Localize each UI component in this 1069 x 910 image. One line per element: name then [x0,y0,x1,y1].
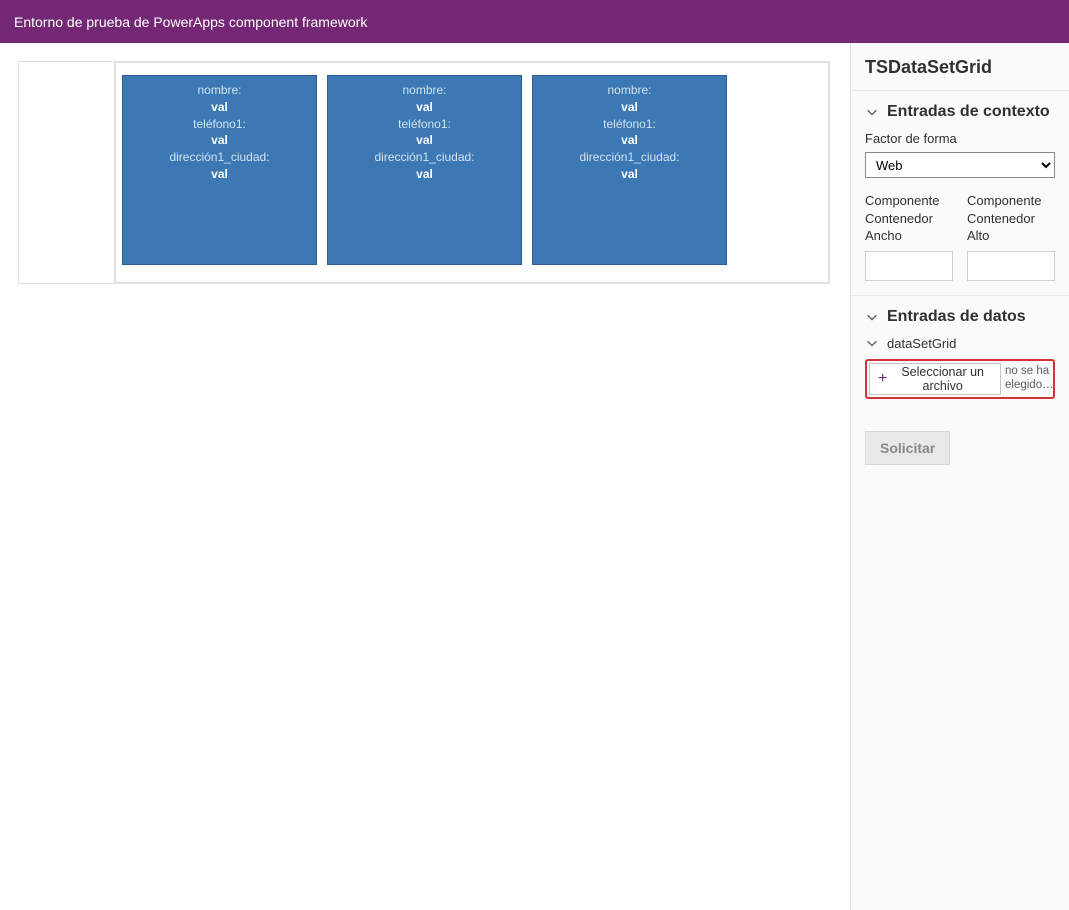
component-preview-box: nombre: val teléfono1: val dirección1_ci… [18,61,830,284]
tile-field-label: teléfono1: [123,116,316,133]
form-factor-label: Factor de forma [865,131,1055,146]
tile-field-label: nombre: [328,82,521,99]
tile-field-label: dirección1_ciudad: [533,149,726,166]
form-factor-select[interactable]: Web [865,152,1055,178]
tile-field-label: dirección1_ciudad: [328,149,521,166]
data-inputs-section: Entradas de datos dataSetGrid + Seleccio… [851,296,1069,413]
file-select-row-highlighted: + Seleccionar un archivo no se ha elegid… [865,359,1055,399]
properties-panel: TSDataSetGrid Entradas de contexto Facto… [850,43,1069,910]
context-inputs-section: Entradas de contexto Factor de forma Web… [851,91,1069,296]
data-tile[interactable]: nombre: val teléfono1: val dirección1_ci… [532,75,727,265]
section-toggle-context[interactable]: Entradas de contexto [865,103,1055,121]
dataset-name: dataSetGrid [887,336,956,351]
tile-field-label: dirección1_ciudad: [123,149,316,166]
container-height-input[interactable] [967,251,1055,281]
tile-field-label: teléfono1: [328,116,521,133]
tile-field-value: val [533,166,726,183]
preview-tiles-container: nombre: val teléfono1: val dirección1_ci… [115,62,829,283]
file-status-text: no se ha elegido… [1001,365,1051,393]
container-width-input[interactable] [865,251,953,281]
data-tile[interactable]: nombre: val teléfono1: val dirección1_ci… [327,75,522,265]
section-title: Entradas de contexto [887,103,1050,121]
container-height-label: Componente Contenedor Alto [967,192,1055,245]
component-name-heading: TSDataSetGrid [851,43,1069,91]
tile-field-value: val [328,166,521,183]
tile-field-value: val [533,132,726,149]
tile-field-label: nombre: [533,82,726,99]
chevron-down-icon [865,105,879,119]
section-title: Entradas de datos [887,308,1026,326]
main-container: nombre: val teléfono1: val dirección1_ci… [0,43,1069,910]
top-bar: Entorno de prueba de PowerApps component… [0,0,1069,43]
chevron-down-icon [865,336,879,350]
chevron-down-icon [865,310,879,324]
tile-field-label: teléfono1: [533,116,726,133]
apply-button[interactable]: Solicitar [865,431,950,465]
tile-field-value: val [123,99,316,116]
plus-icon: + [878,371,887,387]
tile-field-value: val [328,99,521,116]
tile-field-value: val [533,99,726,116]
canvas-area: nombre: val teléfono1: val dirección1_ci… [0,43,850,910]
data-tile[interactable]: nombre: val teléfono1: val dirección1_ci… [122,75,317,265]
tile-field-label: nombre: [123,82,316,99]
tile-field-value: val [328,132,521,149]
select-file-button[interactable]: + Seleccionar un archivo [869,363,1001,395]
tile-field-value: val [123,132,316,149]
apply-area: Solicitar [851,413,1069,483]
page-title: Entorno de prueba de PowerApps component… [14,14,367,30]
dataset-toggle[interactable]: dataSetGrid [865,336,1055,351]
preview-left-cell [19,62,115,283]
section-toggle-data[interactable]: Entradas de datos [865,308,1055,326]
tile-field-value: val [123,166,316,183]
select-file-label: Seleccionar un archivo [893,365,992,393]
container-width-label: Componente Contenedor Ancho [865,192,953,245]
